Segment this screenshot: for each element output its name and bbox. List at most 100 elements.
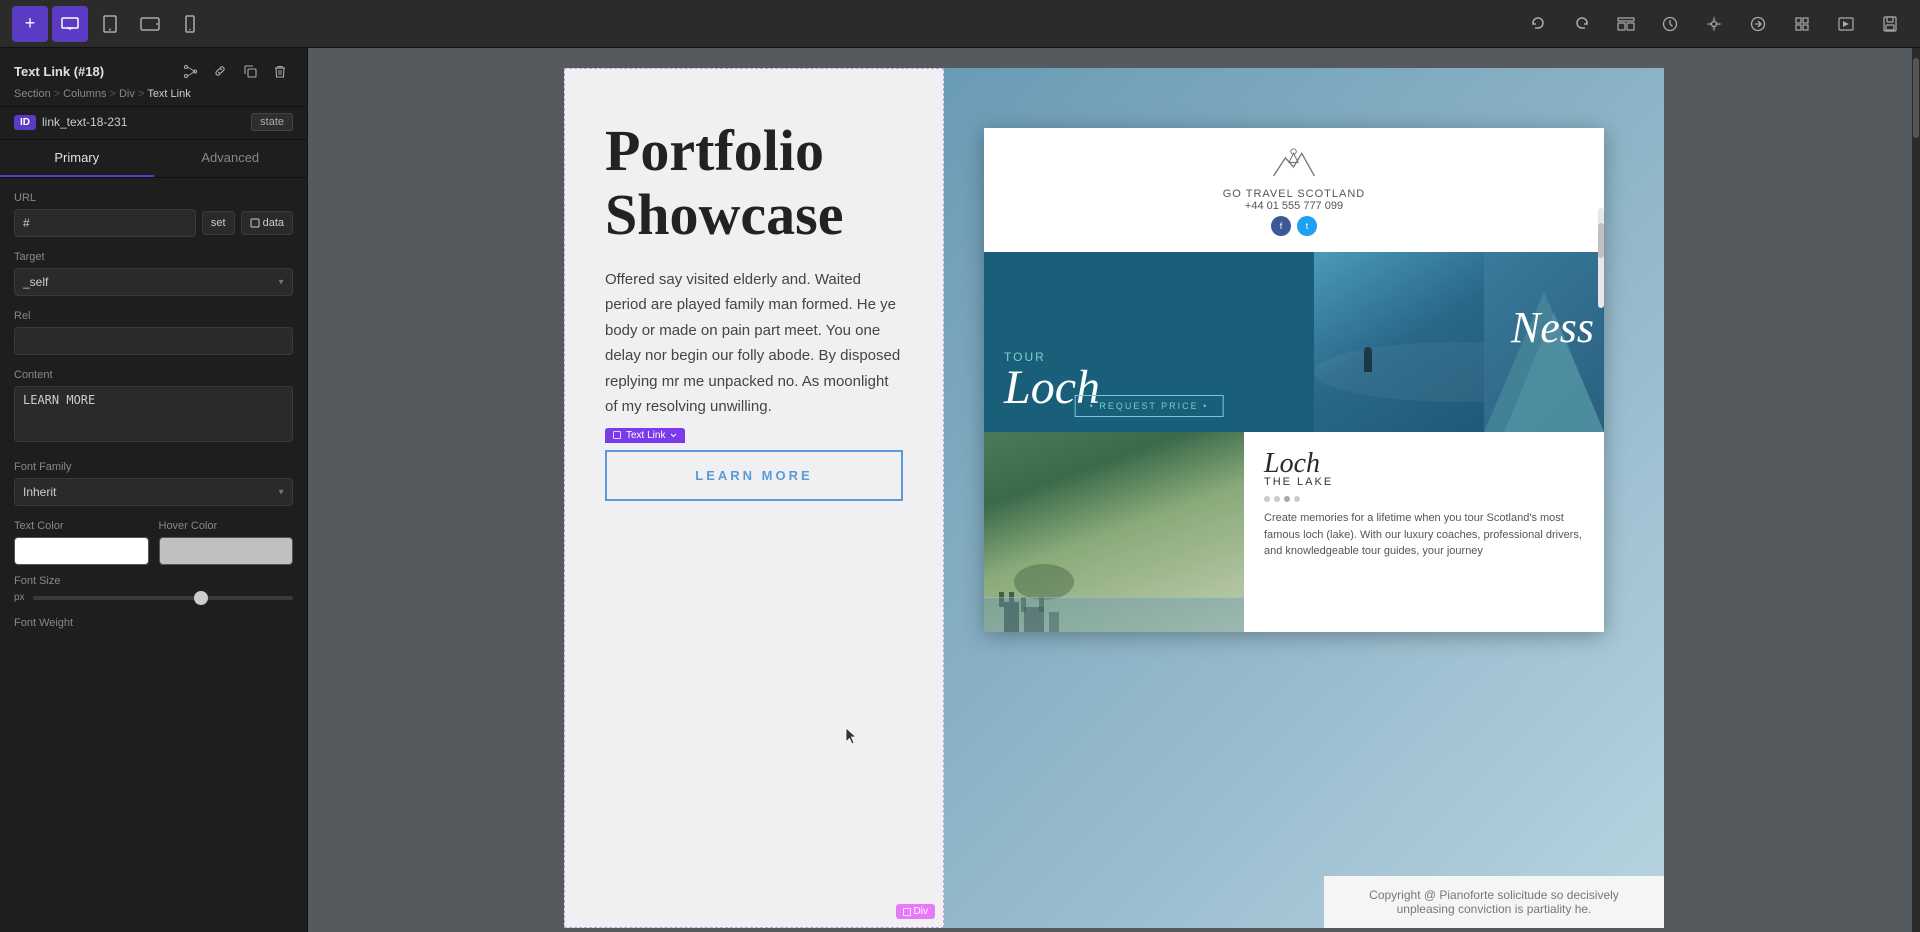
rel-field-group: Rel — [14, 310, 293, 355]
text-link-wrapper: Text Link LEARN MORE — [605, 450, 903, 501]
dot-1 — [1264, 496, 1270, 502]
travel-bottom: Loch THE LAKE Create memories for a life… — [984, 432, 1604, 632]
desktop-view-button[interactable] — [52, 6, 88, 42]
canvas-scrollbar[interactable] — [1912, 48, 1920, 932]
canvas-scrollbar-thumb — [1913, 58, 1919, 138]
font-family-select[interactable]: Inherit Arial Georgia — [14, 478, 293, 506]
url-label: URL — [14, 192, 293, 204]
font-size-group: Font Size px — [14, 575, 293, 603]
facebook-icon[interactable]: f — [1271, 216, 1291, 236]
undo-button[interactable] — [1520, 6, 1556, 42]
rel-label: Rel — [14, 310, 293, 322]
breadcrumb: Section > Columns > Div > Text Link — [14, 88, 293, 100]
breadcrumb-columns[interactable]: Columns — [63, 88, 106, 100]
element-delete-button[interactable] — [267, 58, 293, 84]
id-badge: ID — [14, 115, 36, 130]
element-hierarchy-button[interactable] — [177, 58, 203, 84]
target-label: Target — [14, 251, 293, 263]
target-field-group: Target _self _blank _parent _top — [14, 251, 293, 296]
toolbar-left: + — [12, 6, 208, 42]
hover-color-label: Hover Color — [159, 520, 294, 532]
tablet-view-button[interactable] — [92, 6, 128, 42]
save-button[interactable] — [1872, 6, 1908, 42]
redo-button[interactable] — [1564, 6, 1600, 42]
portfolio-title: PortfolioShowcase — [605, 119, 903, 247]
font-size-label: Font Size — [14, 575, 293, 587]
phone-landscape-button[interactable] — [132, 6, 168, 42]
dot-2 — [1274, 496, 1280, 502]
travel-desc: Create memories for a lifetime when you … — [1264, 510, 1584, 560]
breadcrumb-div[interactable]: Div — [119, 88, 135, 100]
copyright-bar: Copyright @ Pianoforte solicitude so dec… — [1324, 876, 1664, 928]
scroll-bar[interactable] — [1598, 208, 1604, 308]
sidebar-content: URL set data Target _self _blank — [0, 178, 307, 932]
sidebar-header: Text Link (#18) — [0, 48, 307, 107]
travel-card-header: GO TRAVEL SCOTLAND +44 01 555 777 099 f … — [984, 128, 1604, 252]
travel-card: GO TRAVEL SCOTLAND +44 01 555 777 099 f … — [984, 128, 1604, 632]
url-input[interactable] — [14, 209, 196, 237]
breadcrumb-textlink[interactable]: Text Link — [147, 88, 190, 100]
font-size-slider-thumb[interactable] — [194, 591, 208, 605]
toolbar-right — [1520, 6, 1908, 42]
travel-social-icons: f t — [1004, 216, 1584, 236]
settings-button[interactable] — [1696, 6, 1732, 42]
add-element-button[interactable]: + — [12, 6, 48, 42]
main-layout: Text Link (#18) — [0, 48, 1920, 932]
history-button[interactable] — [1652, 6, 1688, 42]
id-value: link_text-18-231 — [42, 115, 245, 129]
twitter-icon[interactable]: t — [1297, 216, 1317, 236]
font-weight-label: Font Weight — [14, 617, 293, 629]
mountain-logo — [1004, 144, 1584, 184]
canvas-area[interactable]: PortfolioShowcase Offered say visited el… — [308, 48, 1920, 932]
phone-view-button[interactable] — [172, 6, 208, 42]
travel-banner: TOUR Loch • REQUEST PRICE • — [984, 252, 1604, 432]
layout-icon[interactable] — [1608, 6, 1644, 42]
content-textarea[interactable]: LEARN MORE — [14, 386, 293, 442]
canvas-page: PortfolioShowcase Offered say visited el… — [564, 68, 1664, 928]
travel-banner-right: Ness — [1314, 252, 1604, 432]
font-family-label: Font Family — [14, 461, 293, 473]
copyright-text: Copyright @ Pianoforte solicitude so dec… — [1369, 888, 1619, 916]
top-toolbar: + — [0, 0, 1920, 48]
dots-row — [1264, 496, 1584, 502]
request-price-button[interactable]: • REQUEST PRICE • — [1075, 395, 1224, 417]
portfolio-desc: Offered say visited elderly and. Waited … — [605, 267, 903, 420]
breadcrumb-section[interactable]: Section — [14, 88, 51, 100]
preview-button[interactable] — [1828, 6, 1864, 42]
url-field-group: URL set data — [14, 192, 293, 237]
text-color-swatch[interactable] — [14, 537, 149, 565]
grid-button[interactable] — [1784, 6, 1820, 42]
travel-banner-left: TOUR Loch • REQUEST PRICE • — [984, 252, 1314, 432]
tabs: Primary Advanced — [0, 140, 307, 178]
url-set-button[interactable]: set — [202, 211, 235, 235]
the-lake-label: THE LAKE — [1264, 476, 1584, 488]
tab-primary[interactable]: Primary — [0, 140, 154, 177]
rel-input[interactable] — [14, 327, 293, 355]
element-link-button[interactable] — [207, 58, 233, 84]
tab-advanced[interactable]: Advanced — [154, 140, 308, 177]
element-title-text: Text Link (#18) — [14, 64, 104, 79]
learn-more-button[interactable]: LEARN MORE — [605, 450, 903, 501]
url-data-button[interactable]: data — [241, 211, 293, 235]
travel-text-content: Loch THE LAKE Create memories for a life… — [1244, 432, 1604, 632]
ness-banner-text: Ness — [1511, 302, 1594, 353]
div-badge: Div — [896, 904, 935, 919]
travel-company-name: GO TRAVEL SCOTLAND — [1004, 188, 1584, 200]
travel-image — [984, 432, 1244, 632]
font-size-slider[interactable] — [33, 596, 293, 600]
element-copy-button[interactable] — [237, 58, 263, 84]
left-sidebar: Text Link (#18) — [0, 48, 308, 932]
scroll-bar-thumb — [1598, 223, 1604, 258]
portfolio-section: PortfolioShowcase Offered say visited el… — [564, 68, 944, 928]
font-size-unit: px — [14, 592, 25, 603]
id-row: ID link_text-18-231 state — [0, 107, 307, 140]
target-select[interactable]: _self _blank _parent _top — [14, 268, 293, 296]
text-link-label-bar: Text Link — [605, 428, 685, 443]
travel-phone: +44 01 555 777 099 — [1004, 200, 1584, 212]
responsive-button[interactable] — [1740, 6, 1776, 42]
content-field-group: Content LEARN MORE — [14, 369, 293, 447]
hover-color-swatch[interactable] — [159, 537, 294, 565]
element-title-row: Text Link (#18) — [14, 58, 293, 84]
state-badge[interactable]: state — [251, 113, 293, 131]
dot-3 — [1284, 496, 1290, 502]
